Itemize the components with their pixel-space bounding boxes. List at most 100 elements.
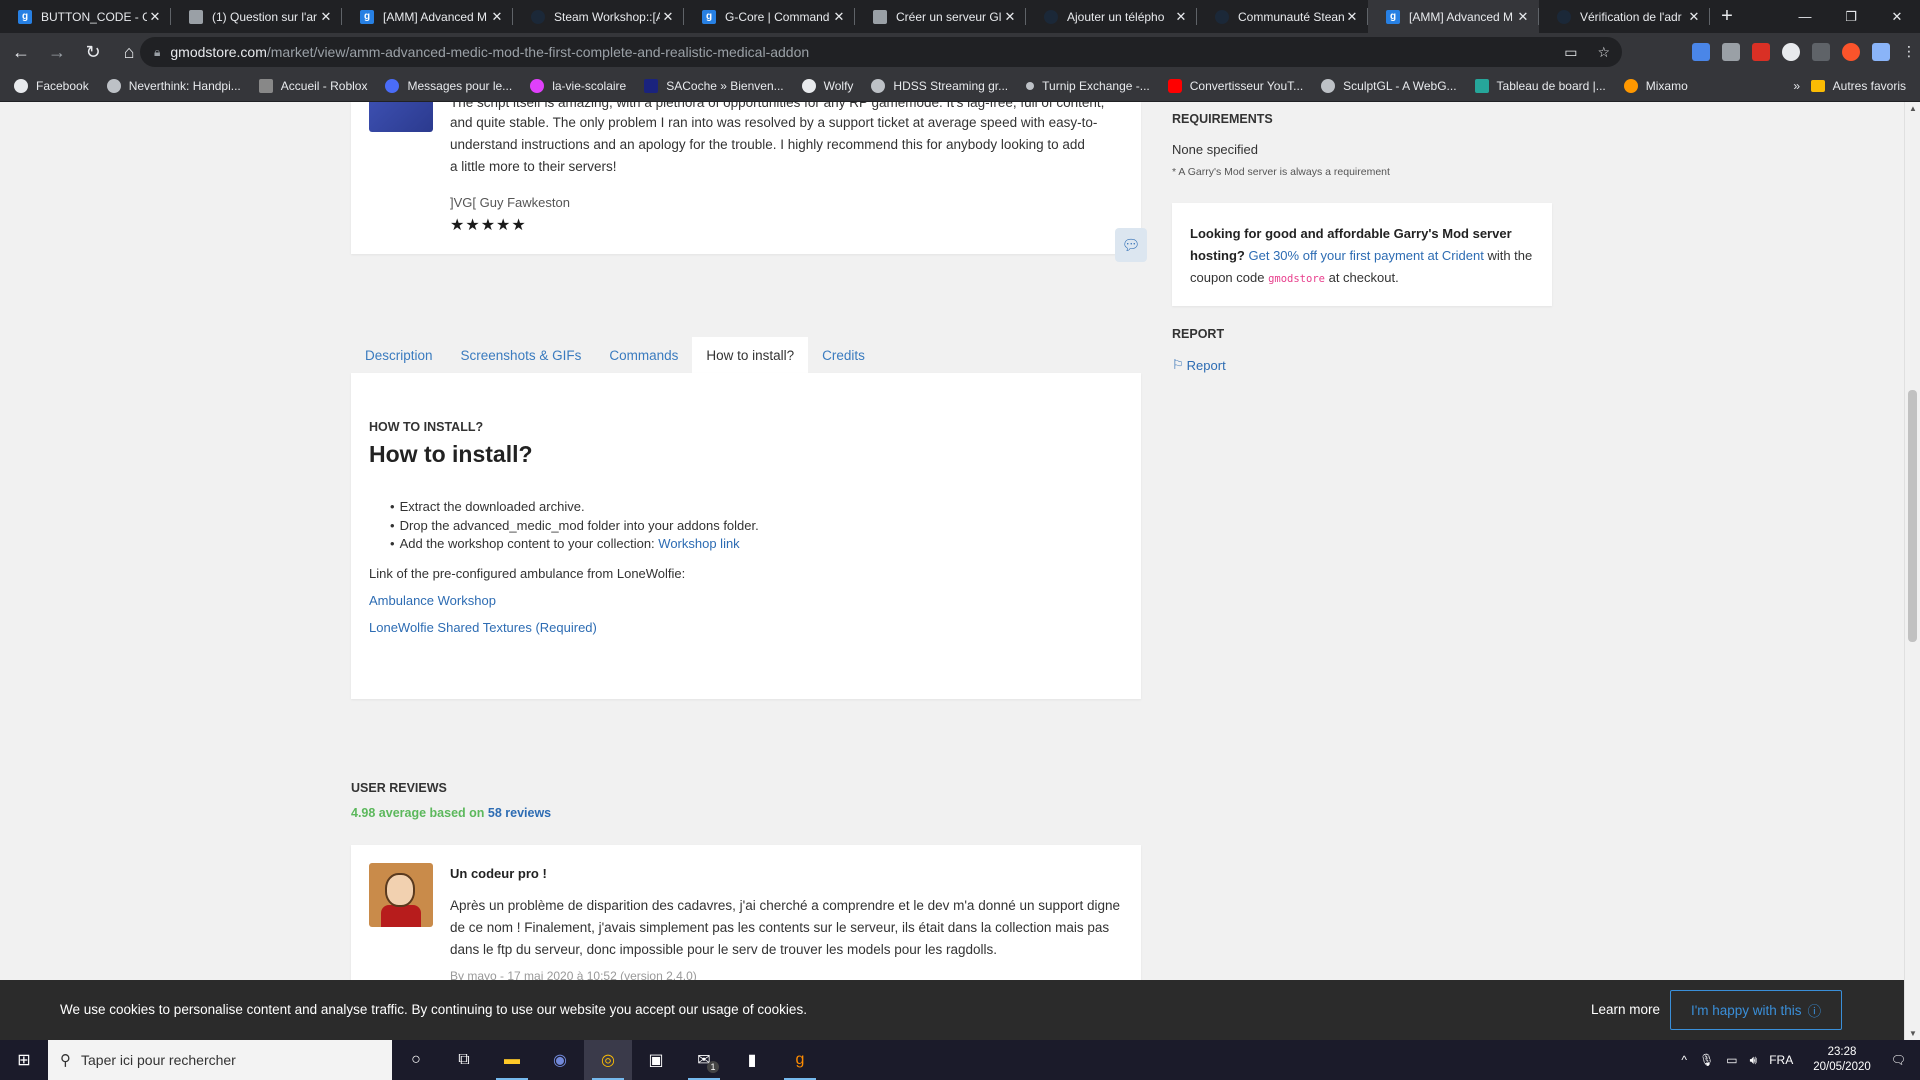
browser-tab[interactable]: g G-Core | Command ✕ xyxy=(684,0,855,33)
tab-description[interactable]: Description xyxy=(351,337,447,373)
bookmark[interactable]: Mixamo xyxy=(1623,79,1688,93)
sacoche-icon xyxy=(644,79,659,93)
browser-tab[interactable]: g [AMM] Advanced M ✕ xyxy=(342,0,513,33)
shared-textures-link[interactable]: LoneWolfie Shared Textures (Required) xyxy=(369,620,597,635)
close-icon[interactable]: ✕ xyxy=(1686,9,1702,25)
browser-tab[interactable]: Vérification de l'adr ✕ xyxy=(1539,0,1710,33)
bookmark[interactable]: Messages pour le... xyxy=(385,79,512,93)
profile-avatar[interactable] xyxy=(1872,43,1890,61)
scroll-up-icon[interactable]: ▲ xyxy=(1905,104,1920,113)
more-bookmarks-button[interactable]: » xyxy=(1793,79,1800,93)
tab-commands[interactable]: Commands xyxy=(595,337,692,373)
file-explorer-icon[interactable]: ▬ xyxy=(488,1040,536,1080)
translate-extension-icon[interactable] xyxy=(1692,43,1710,61)
scroll-down-icon[interactable]: ▼ xyxy=(1905,1029,1920,1038)
tab-screenshots[interactable]: Screenshots & GIFs xyxy=(447,337,596,373)
review-count-link[interactable]: 58 reviews xyxy=(488,806,551,820)
forward-icon[interactable]: → xyxy=(42,37,72,67)
address-bar[interactable]: 🔒︎ gmodstore.com/market/view/amm-advance… xyxy=(140,37,1622,67)
bookmark[interactable]: Convertisseur YouT... xyxy=(1167,79,1303,93)
bookmark[interactable]: SACoche » Bienven... xyxy=(644,79,784,93)
microphone-icon[interactable]: 🎙︎ xyxy=(1699,1053,1714,1067)
browser-tab[interactable]: Steam Workshop::[A ✕ xyxy=(513,0,684,33)
cortana-icon[interactable]: ○ xyxy=(392,1040,440,1080)
browser-tab-active[interactable]: g [AMM] Advanced M ✕ xyxy=(1368,0,1539,33)
chevron-up-icon[interactable]: ^ xyxy=(1681,1053,1687,1067)
minimize-icon[interactable]: — xyxy=(1782,0,1828,33)
crident-link[interactable]: Get 30% off your first payment at Criden… xyxy=(1249,248,1484,263)
windows-start-icon[interactable]: ⊞ xyxy=(0,1040,48,1080)
bookmark[interactable]: Wolfy xyxy=(801,79,853,93)
report-link[interactable]: ⚐ Report xyxy=(1172,357,1226,373)
messages-icon xyxy=(385,79,400,93)
network-icon[interactable]: ▭ xyxy=(1726,1053,1737,1067)
browser-tab[interactable]: Créer un serveur Gl ✕ xyxy=(855,0,1026,33)
restore-icon[interactable]: ❐ xyxy=(1828,0,1874,33)
scrollbar-thumb[interactable] xyxy=(1908,390,1917,642)
volume-icon[interactable]: 🔊︎ xyxy=(1750,1053,1758,1068)
close-icon[interactable]: ✕ xyxy=(1173,9,1189,25)
bookmark[interactable]: la-vie-scolaire xyxy=(530,79,626,93)
close-icon[interactable]: ✕ xyxy=(318,9,334,25)
chrome-icon[interactable]: ◎ xyxy=(584,1040,632,1080)
bookmark[interactable]: Neverthink: Handpi... xyxy=(106,79,241,93)
other-bookmarks[interactable]: Autres favoris xyxy=(1810,79,1906,93)
chat-bubble-icon[interactable]: 💬︎ xyxy=(1115,228,1147,262)
lock-icon: 🔒︎ xyxy=(154,44,161,59)
section-heading: How to install? xyxy=(369,441,533,467)
terminal-icon[interactable]: ▮ xyxy=(728,1040,776,1080)
discord-icon[interactable]: ◉ xyxy=(536,1040,584,1080)
tab-how-to-install[interactable]: How to install? xyxy=(692,337,809,373)
close-icon[interactable]: ✕ xyxy=(1002,9,1018,25)
learn-more-link[interactable]: Learn more xyxy=(1591,1002,1660,1017)
browser-tab[interactable]: (1) Question sur l'ar ✕ xyxy=(171,0,342,33)
mail-icon[interactable]: ✉ 1 xyxy=(680,1040,728,1080)
close-icon[interactable]: ✕ xyxy=(1344,9,1360,25)
clock[interactable]: 23:28 20/05/2020 xyxy=(1813,1045,1871,1075)
star-icon[interactable]: ☆ xyxy=(1597,44,1610,61)
browser-tab[interactable]: Communauté Stean ✕ xyxy=(1197,0,1368,33)
extension-icon[interactable] xyxy=(1722,43,1740,61)
task-view-icon[interactable]: ⧉ xyxy=(440,1040,488,1080)
page-scrollbar[interactable]: ▲ ▼ xyxy=(1904,102,1920,1040)
taskbar-search-input[interactable]: ⚲ Taper ici pour rechercher xyxy=(48,1040,392,1080)
gmodstore-icon[interactable]: g xyxy=(776,1040,824,1080)
tab-credits[interactable]: Credits xyxy=(808,337,879,373)
store-icon[interactable]: ▣ xyxy=(632,1040,680,1080)
list-item: Add the workshop content to your collect… xyxy=(399,535,759,554)
close-icon[interactable]: ✕ xyxy=(660,9,676,25)
accept-cookies-button[interactable]: I'm happy with this ⓘ xyxy=(1670,990,1842,1030)
ambulance-note: Link of the pre-configured ambulance fro… xyxy=(369,566,686,581)
globe-icon xyxy=(871,79,886,93)
workshop-link[interactable]: Workshop link xyxy=(658,536,739,551)
close-window-icon[interactable]: ✕ xyxy=(1874,0,1920,33)
bookmark[interactable]: SculptGL - A WebG... xyxy=(1321,79,1457,93)
bookmark[interactable]: Tableau de board |... xyxy=(1474,79,1606,93)
bookmark[interactable]: HDSS Streaming gr... xyxy=(871,79,1008,93)
close-icon[interactable]: ✕ xyxy=(1515,9,1531,25)
bookmark[interactable]: Facebook xyxy=(14,79,89,93)
new-tab-button[interactable]: + xyxy=(1710,0,1744,33)
circle-extension-icon[interactable] xyxy=(1782,43,1800,61)
close-icon[interactable]: ✕ xyxy=(147,9,163,25)
windows-taskbar: ⊞ ⚲ Taper ici pour rechercher ○ ⧉ ▬ ◉ ◎ ▣… xyxy=(0,1040,1920,1080)
stats-extension-icon[interactable] xyxy=(1752,43,1770,61)
browser-tab[interactable]: g BUTTON_CODE - Gi ✕ xyxy=(0,0,171,33)
shield-extension-icon[interactable] xyxy=(1812,43,1830,61)
review-author[interactable]: ]VG[ Guy Fawkeston xyxy=(450,195,570,210)
reload-icon[interactable]: ↻ xyxy=(78,37,108,67)
ambulance-workshop-link[interactable]: Ambulance Workshop xyxy=(369,593,496,608)
close-icon[interactable]: ✕ xyxy=(489,9,505,25)
wolfy-icon xyxy=(801,79,816,93)
bookmark[interactable]: Accueil - Roblox xyxy=(258,79,367,93)
browser-tab[interactable]: Ajouter un télépho ✕ xyxy=(1026,0,1197,33)
close-icon[interactable]: ✕ xyxy=(831,9,847,25)
notifications-icon[interactable]: 🗨︎ xyxy=(1891,1053,1906,1067)
bookmark[interactable]: Turnip Exchange -... xyxy=(1026,79,1150,93)
language-indicator[interactable]: FRA xyxy=(1769,1053,1793,1067)
back-icon[interactable]: ← xyxy=(6,37,36,67)
menu-icon[interactable]: ⋮ xyxy=(1902,43,1916,61)
cast-icon[interactable]: ▭ xyxy=(1564,44,1577,61)
install-panel: HOW TO INSTALL? How to install? Extract … xyxy=(351,373,1141,699)
brave-extension-icon[interactable] xyxy=(1842,43,1860,61)
